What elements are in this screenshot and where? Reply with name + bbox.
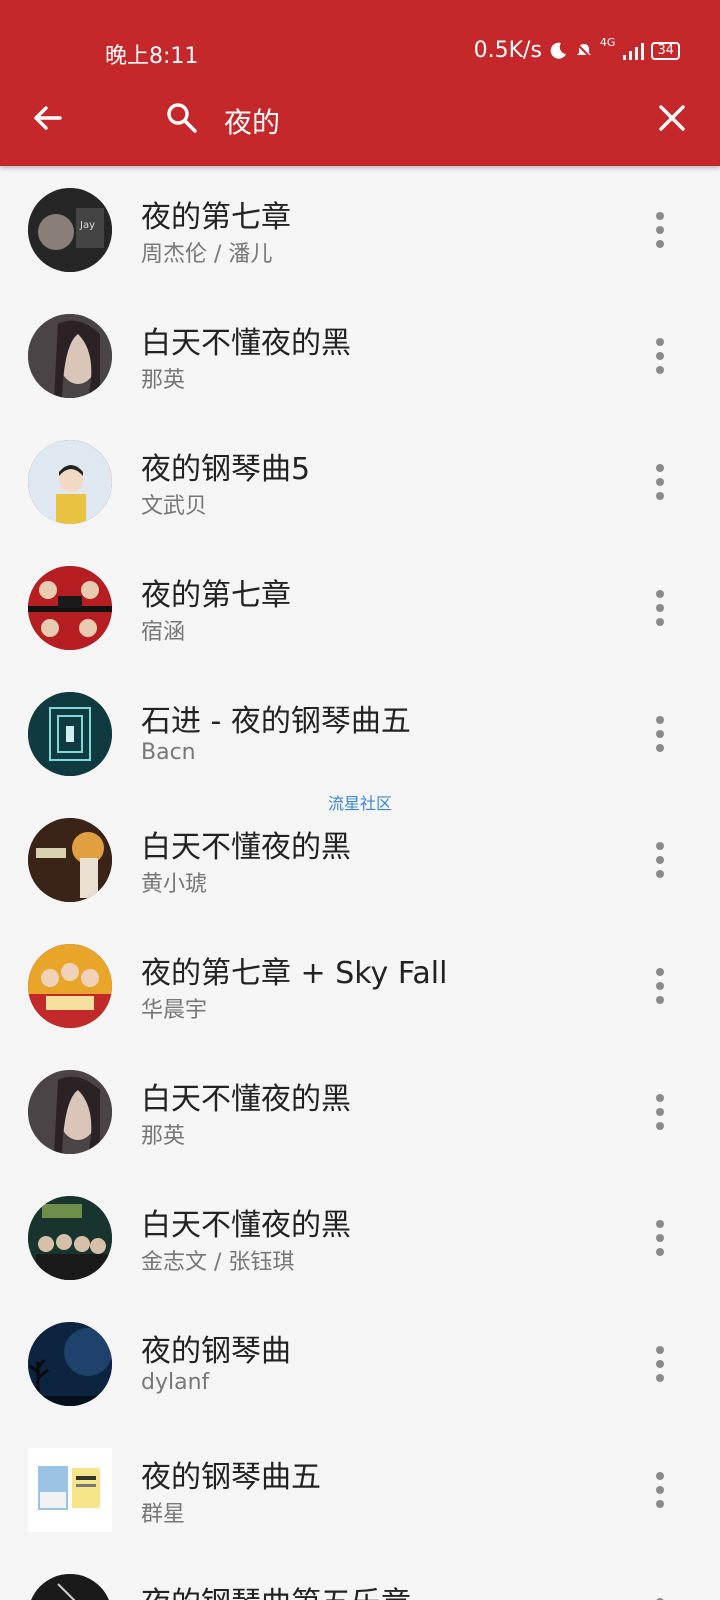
search-input[interactable]: 夜的 xyxy=(224,101,280,141)
search-results-list: Jay 夜的第七章 周杰伦 / 潘儿 白天不懂夜的黑 那英 夜的钢琴曲5 文武贝… xyxy=(0,166,720,1600)
song-title: 夜的钢琴曲五 xyxy=(141,1460,321,1495)
song-artist: 那英 xyxy=(141,1124,186,1149)
back-arrow-icon[interactable] xyxy=(30,100,66,136)
song-row[interactable]: 夜的钢琴曲5 文武贝 xyxy=(0,418,720,544)
song-title: 白天不懂夜的黑 xyxy=(141,1208,351,1243)
more-options-icon[interactable] xyxy=(648,462,672,502)
song-title: 石进 - 夜的钢琴曲五 xyxy=(141,704,411,739)
more-options-icon[interactable] xyxy=(648,1344,672,1384)
more-options-icon[interactable] xyxy=(648,210,672,250)
album-cover xyxy=(28,440,112,524)
more-options-icon[interactable] xyxy=(648,336,672,376)
network-speed: 0.5K/s xyxy=(473,38,542,63)
network-type: 4G xyxy=(599,36,616,49)
song-row[interactable]: 夜的钢琴曲五 群星 xyxy=(0,1426,720,1552)
album-cover xyxy=(28,1322,112,1406)
song-row[interactable]: 夜的第七章 宿涵 xyxy=(0,544,720,670)
album-cover xyxy=(28,1196,112,1280)
song-title: 夜的钢琴曲5 xyxy=(141,452,311,487)
app-bar: 晚上8:11 0.5K/s 4G 34 夜的 xyxy=(0,0,720,166)
song-artist: 那英 xyxy=(141,368,186,393)
status-right: 0.5K/s 4G 34 xyxy=(473,36,680,63)
album-cover: Jay xyxy=(28,188,112,272)
song-artist: 金志文 / 张钰琪 xyxy=(141,1250,295,1275)
song-title: 白天不懂夜的黑 xyxy=(141,326,351,361)
album-cover xyxy=(28,1070,112,1154)
album-cover xyxy=(28,944,112,1028)
song-title: 夜的钢琴曲 xyxy=(141,1334,291,1369)
signal-icon xyxy=(623,42,645,60)
song-row[interactable]: 石进 - 夜的钢琴曲五 Bacn xyxy=(0,670,720,796)
song-title: 夜的第七章 xyxy=(141,578,291,613)
svg-text:Jay: Jay xyxy=(79,220,95,231)
more-options-icon[interactable] xyxy=(648,840,672,880)
more-options-icon[interactable] xyxy=(648,588,672,628)
album-cover xyxy=(28,818,112,902)
more-options-icon[interactable] xyxy=(648,1596,672,1600)
song-row[interactable]: 白天不懂夜的黑 黄小琥 xyxy=(0,796,720,922)
more-options-icon[interactable] xyxy=(648,1218,672,1258)
more-options-icon[interactable] xyxy=(648,1092,672,1132)
status-bar: 晚上8:11 0.5K/s 4G 34 xyxy=(0,0,720,100)
more-options-icon[interactable] xyxy=(648,1470,672,1510)
close-icon[interactable] xyxy=(656,102,688,134)
song-artist: 华晨宇 xyxy=(141,998,208,1023)
song-row[interactable]: 夜的钢琴曲 dylanf xyxy=(0,1300,720,1426)
song-title: 夜的钢琴曲第五乐章 xyxy=(141,1578,411,1600)
song-row[interactable]: 白天不懂夜的黑 金志文 / 张钰琪 xyxy=(0,1174,720,1300)
song-row[interactable]: 夜的第七章 + Sky Fall 华晨宇 xyxy=(0,922,720,1048)
song-artist: 文武贝 xyxy=(141,494,208,519)
song-artist: Bacn xyxy=(141,740,196,765)
album-cover xyxy=(28,1574,112,1600)
song-artist: dylanf xyxy=(141,1370,210,1395)
song-title: 白天不懂夜的黑 xyxy=(141,1082,351,1117)
moon-icon xyxy=(550,42,566,59)
song-row[interactable]: Jay 夜的第七章 周杰伦 / 潘儿 xyxy=(0,166,720,292)
song-row[interactable]: 夜的钢琴曲第五乐章 xyxy=(0,1552,720,1600)
song-title: 白天不懂夜的黑 xyxy=(141,830,351,865)
more-options-icon[interactable] xyxy=(648,714,672,754)
song-artist: 宿涵 xyxy=(141,620,186,645)
song-title: 夜的第七章 xyxy=(141,200,291,235)
song-artist: 周杰伦 / 潘儿 xyxy=(141,242,273,267)
album-cover xyxy=(28,314,112,398)
song-title: 夜的第七章 + Sky Fall xyxy=(141,956,448,991)
song-artist: 群星 xyxy=(141,1502,186,1527)
album-cover xyxy=(28,692,112,776)
status-time: 晚上8:11 xyxy=(105,44,199,69)
watermark: 流星社区 xyxy=(328,794,393,813)
search-icon xyxy=(167,103,197,133)
more-options-icon[interactable] xyxy=(648,966,672,1006)
song-row[interactable]: 白天不懂夜的黑 那英 xyxy=(0,1048,720,1174)
album-cover xyxy=(28,1448,112,1532)
album-cover xyxy=(28,566,112,650)
song-row[interactable]: 白天不懂夜的黑 那英 xyxy=(0,292,720,418)
song-artist: 黄小琥 xyxy=(141,872,208,897)
bell-muted-icon xyxy=(576,42,592,59)
battery-indicator: 34 xyxy=(651,41,680,60)
